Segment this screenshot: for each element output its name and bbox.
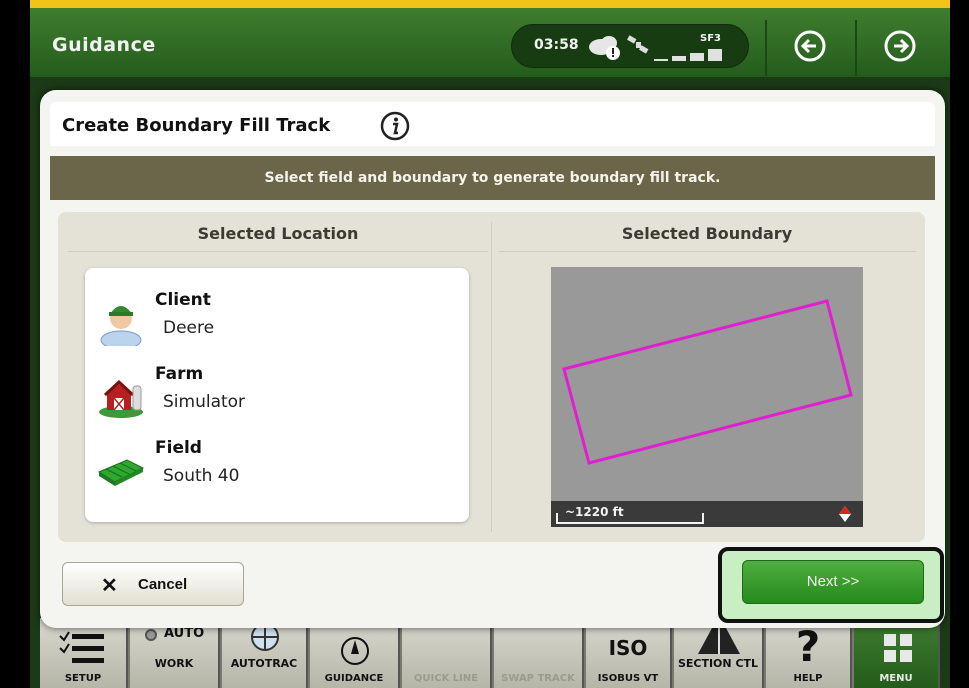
farm-label: Farm [155,364,204,384]
title-bar: Guidance 03:58 SF3 [30,8,950,80]
cancel-label: Cancel [138,576,188,593]
help-label: HELP [793,673,823,684]
quick-line-label: QUICK LINE [413,673,479,684]
client-row: Client Deere [97,288,457,354]
back-arrow-icon[interactable] [788,24,832,68]
farm-value: Simulator [163,392,246,412]
selected-location-heading: Selected Location [68,222,488,252]
signal-bars-icon [654,49,722,61]
menu-label: MENU [879,673,913,684]
compass-icon [341,637,369,665]
client-label: Client [155,290,211,310]
location-card[interactable]: Client Deere Farm Simulator Field South … [85,268,469,522]
instruction-text: Select field and boundary to generate bo… [264,170,721,186]
clock-readout: 03:58 [534,37,579,53]
field-row: Field South 40 [97,436,457,502]
guidance-label: GUIDANCE [324,673,384,684]
cloud-alert-icon [589,36,620,60]
auto-indicator-icon [145,629,157,641]
swap-track-button[interactable]: SWAP TRACK [494,618,584,688]
column-divider [491,222,492,532]
field-label: Field [155,438,202,458]
work-button[interactable]: AUTO WORK [130,618,220,688]
next-label: Next >> [806,573,860,590]
work-label: WORK [154,657,194,670]
instruction-banner: Select field and boundary to generate bo… [50,156,935,200]
north-arrow-icon [839,506,851,522]
satellite-icon [627,35,649,54]
field-value: South 40 [163,466,240,486]
autotrac-label: AUTOTRAC [230,657,298,670]
setup-button[interactable]: SETUP [40,618,128,688]
grid-menu-icon [884,634,912,662]
forward-arrow-icon[interactable] [878,24,922,68]
auto-label: AUTO [164,626,205,641]
dialog-header: Create Boundary Fill Track [50,102,935,146]
dialog-content: Selected Location Selected Boundary Clie… [58,212,925,542]
client-value: Deere [163,318,215,338]
cancel-button[interactable]: ✕ Cancel [62,562,244,606]
title-divider [855,20,857,76]
page-title: Guidance [52,34,156,56]
section-ctl-label: SECTION CTL [677,657,759,670]
client-person-icon [100,306,142,346]
info-icon[interactable] [380,111,410,141]
quick-line-button[interactable]: QUICK LINE [402,618,492,688]
guidance-button[interactable]: GUIDANCE [310,618,400,688]
bottom-toolbar: SETUP AUTO WORK AUTOTRAC GUIDANCE QUICK … [40,618,940,688]
help-button[interactable]: ? HELP [766,618,852,688]
selected-boundary-heading: Selected Boundary [498,222,916,252]
section-control-icon [698,628,740,654]
checklist-icon [59,631,104,663]
menu-button[interactable]: MENU [854,618,940,688]
close-icon: ✕ [101,575,118,597]
boundary-outline [562,299,853,465]
signal-label: SF3 [700,33,721,44]
question-mark-icon: ? [795,622,821,671]
farm-barn-icon [99,379,143,418]
create-boundary-dialog: Create Boundary Fill Track Select field … [40,90,945,628]
title-divider [765,20,767,76]
scale-label: ~1220 ft [565,505,624,519]
map-scale-bar: ~1220 ft [551,501,863,527]
next-button[interactable]: Next >> [742,560,924,604]
isobus-label: ISOBUS VT [597,673,659,684]
setup-label: SETUP [64,673,102,684]
swap-track-label: SWAP TRACK [501,673,575,684]
isobus-button[interactable]: ISO ISOBUS VT [586,618,672,688]
autotrac-button[interactable]: AUTOTRAC [222,618,308,688]
dialog-title: Create Boundary Fill Track [62,115,331,136]
iso-logo: ISO [608,636,648,660]
field-icon [97,459,145,486]
section-ctl-button[interactable]: SECTION CTL [674,618,764,688]
boundary-map[interactable]: ~1220 ft [551,267,863,527]
farm-row: Farm Simulator [97,362,457,428]
status-indicator[interactable]: 03:58 SF3 [511,24,749,68]
